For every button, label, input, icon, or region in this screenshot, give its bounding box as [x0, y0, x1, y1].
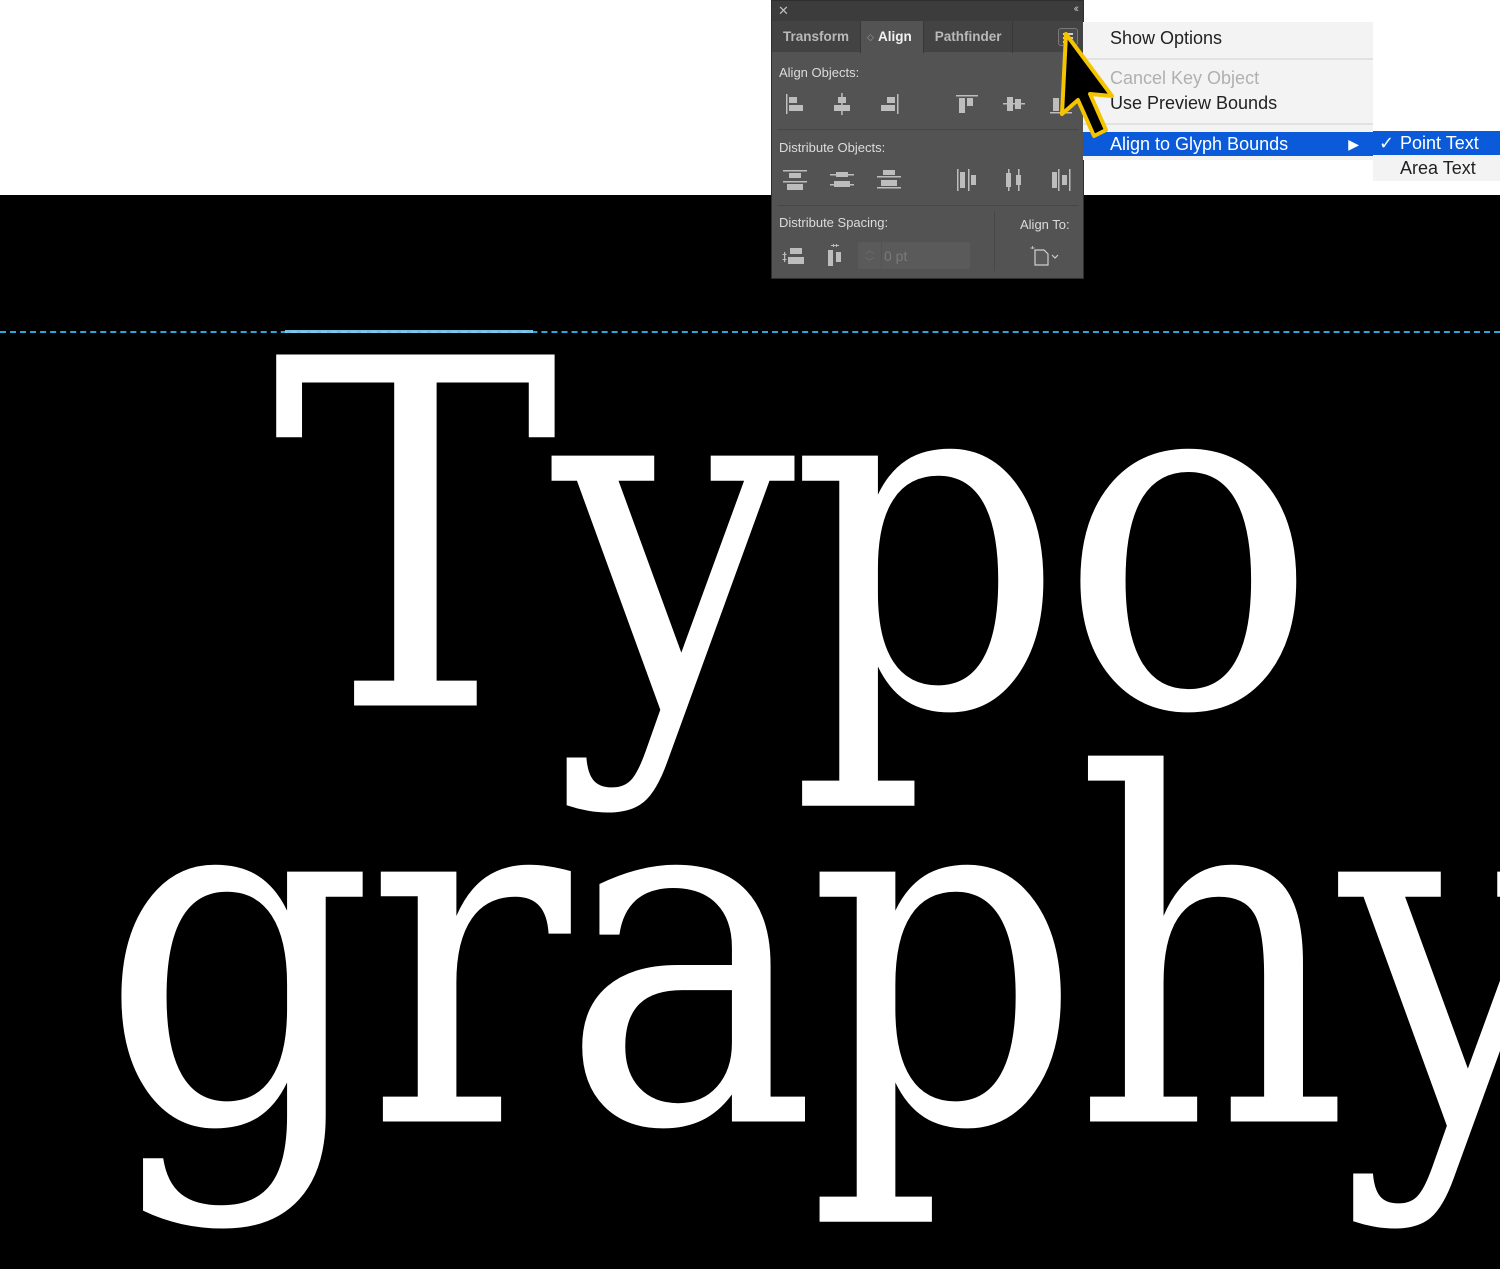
- align-panel: ✕ ‹‹ Transform ◇ Align Pathfinder Align O…: [771, 0, 1084, 279]
- menu-item-show-options[interactable]: Show Options: [1083, 26, 1373, 50]
- menu-item-cancel-key-object: Cancel Key Object: [1083, 66, 1373, 90]
- menu-separator: [1083, 123, 1373, 125]
- hamburger-icon: [1063, 33, 1073, 35]
- horizontal-distribute-center-icon[interactable]: [999, 166, 1029, 194]
- horizontal-distribute-right-icon[interactable]: [1046, 166, 1076, 194]
- submenu-item-point-text[interactable]: ✓ Point Text: [1373, 131, 1500, 155]
- menu-separator: [1083, 58, 1373, 60]
- horizontal-align-center-icon[interactable]: [827, 90, 857, 118]
- align-to-artboard-icon[interactable]: [1026, 242, 1066, 270]
- vertical-align-top-icon[interactable]: [952, 90, 982, 118]
- panel-titlebar[interactable]: ✕ ‹‹: [772, 1, 1083, 21]
- menu-item-label: Cancel Key Object: [1110, 68, 1260, 88]
- hamburger-icon: [1063, 41, 1073, 43]
- tab-options-arrows-icon: ◇: [867, 32, 874, 42]
- vertical-distribute-top-icon[interactable]: [780, 166, 810, 194]
- collapse-icon[interactable]: ‹‹: [1074, 3, 1080, 15]
- section-divider: [778, 129, 1078, 130]
- spacing-input[interactable]: [884, 245, 964, 266]
- distribute-spacing-label: Distribute Spacing:: [779, 215, 889, 230]
- panel-flyout-menu: Show Options Cancel Key Object Use Previ…: [1083, 22, 1373, 160]
- horizontal-distribute-left-icon[interactable]: [952, 166, 982, 194]
- hamburger-icon: [1063, 37, 1073, 39]
- horizontal-align-left-icon[interactable]: [780, 90, 810, 118]
- menu-item-label: Show Options: [1110, 28, 1223, 48]
- tab-label: Align: [877, 29, 912, 44]
- menu-item-label: Use Preview Bounds: [1110, 93, 1278, 113]
- tab-align[interactable]: ◇ Align: [861, 21, 924, 53]
- panel-menu-button[interactable]: [1058, 28, 1078, 46]
- horizontal-distribute-space-icon[interactable]: [822, 242, 852, 270]
- glyph-bounds-submenu: ✓ Point Text Area Text: [1373, 131, 1500, 181]
- submenu-item-label: Point Text: [1400, 133, 1479, 153]
- tab-label: Transform: [783, 29, 850, 44]
- menu-item-label: Align to Glyph Bounds: [1110, 134, 1289, 154]
- text-line-graphy[interactable]: graphy: [100, 715, 1500, 1197]
- vertical-align-center-icon[interactable]: [999, 90, 1029, 118]
- submenu-arrow-icon: ▶: [1348, 136, 1359, 152]
- align-objects-label: Align Objects:: [779, 65, 860, 80]
- menu-item-align-to-glyph-bounds[interactable]: Align to Glyph Bounds ▶: [1083, 132, 1373, 156]
- align-to-label: Align To:: [1020, 217, 1070, 232]
- vertical-distribute-space-icon[interactable]: [780, 242, 810, 270]
- close-icon[interactable]: ✕: [778, 3, 789, 19]
- tab-transform[interactable]: Transform: [772, 21, 862, 53]
- panel-tabs: Transform ◇ Align Pathfinder: [772, 21, 1083, 53]
- spacing-value-field[interactable]: ︿ ﹀: [858, 242, 970, 269]
- checkmark-icon: ✓: [1379, 133, 1395, 153]
- section-divider-vertical: [994, 211, 995, 271]
- vertical-align-bottom-icon[interactable]: [1046, 90, 1076, 118]
- tab-pathfinder[interactable]: Pathfinder: [924, 21, 1014, 53]
- vertical-distribute-center-icon[interactable]: [827, 166, 857, 194]
- submenu-item-label: Area Text: [1400, 158, 1476, 178]
- stepper-icon[interactable]: ︿ ﹀: [858, 242, 882, 269]
- vertical-distribute-bottom-icon[interactable]: [874, 166, 904, 194]
- artboard[interactable]: Typo graphy: [0, 195, 1500, 1269]
- section-divider: [778, 205, 1078, 206]
- menu-item-use-preview-bounds[interactable]: Use Preview Bounds: [1083, 91, 1373, 115]
- submenu-item-area-text[interactable]: Area Text: [1373, 156, 1500, 180]
- tab-label: Pathfinder: [934, 29, 1002, 44]
- distribute-objects-label: Distribute Objects:: [779, 140, 886, 155]
- horizontal-align-right-icon[interactable]: [874, 90, 904, 118]
